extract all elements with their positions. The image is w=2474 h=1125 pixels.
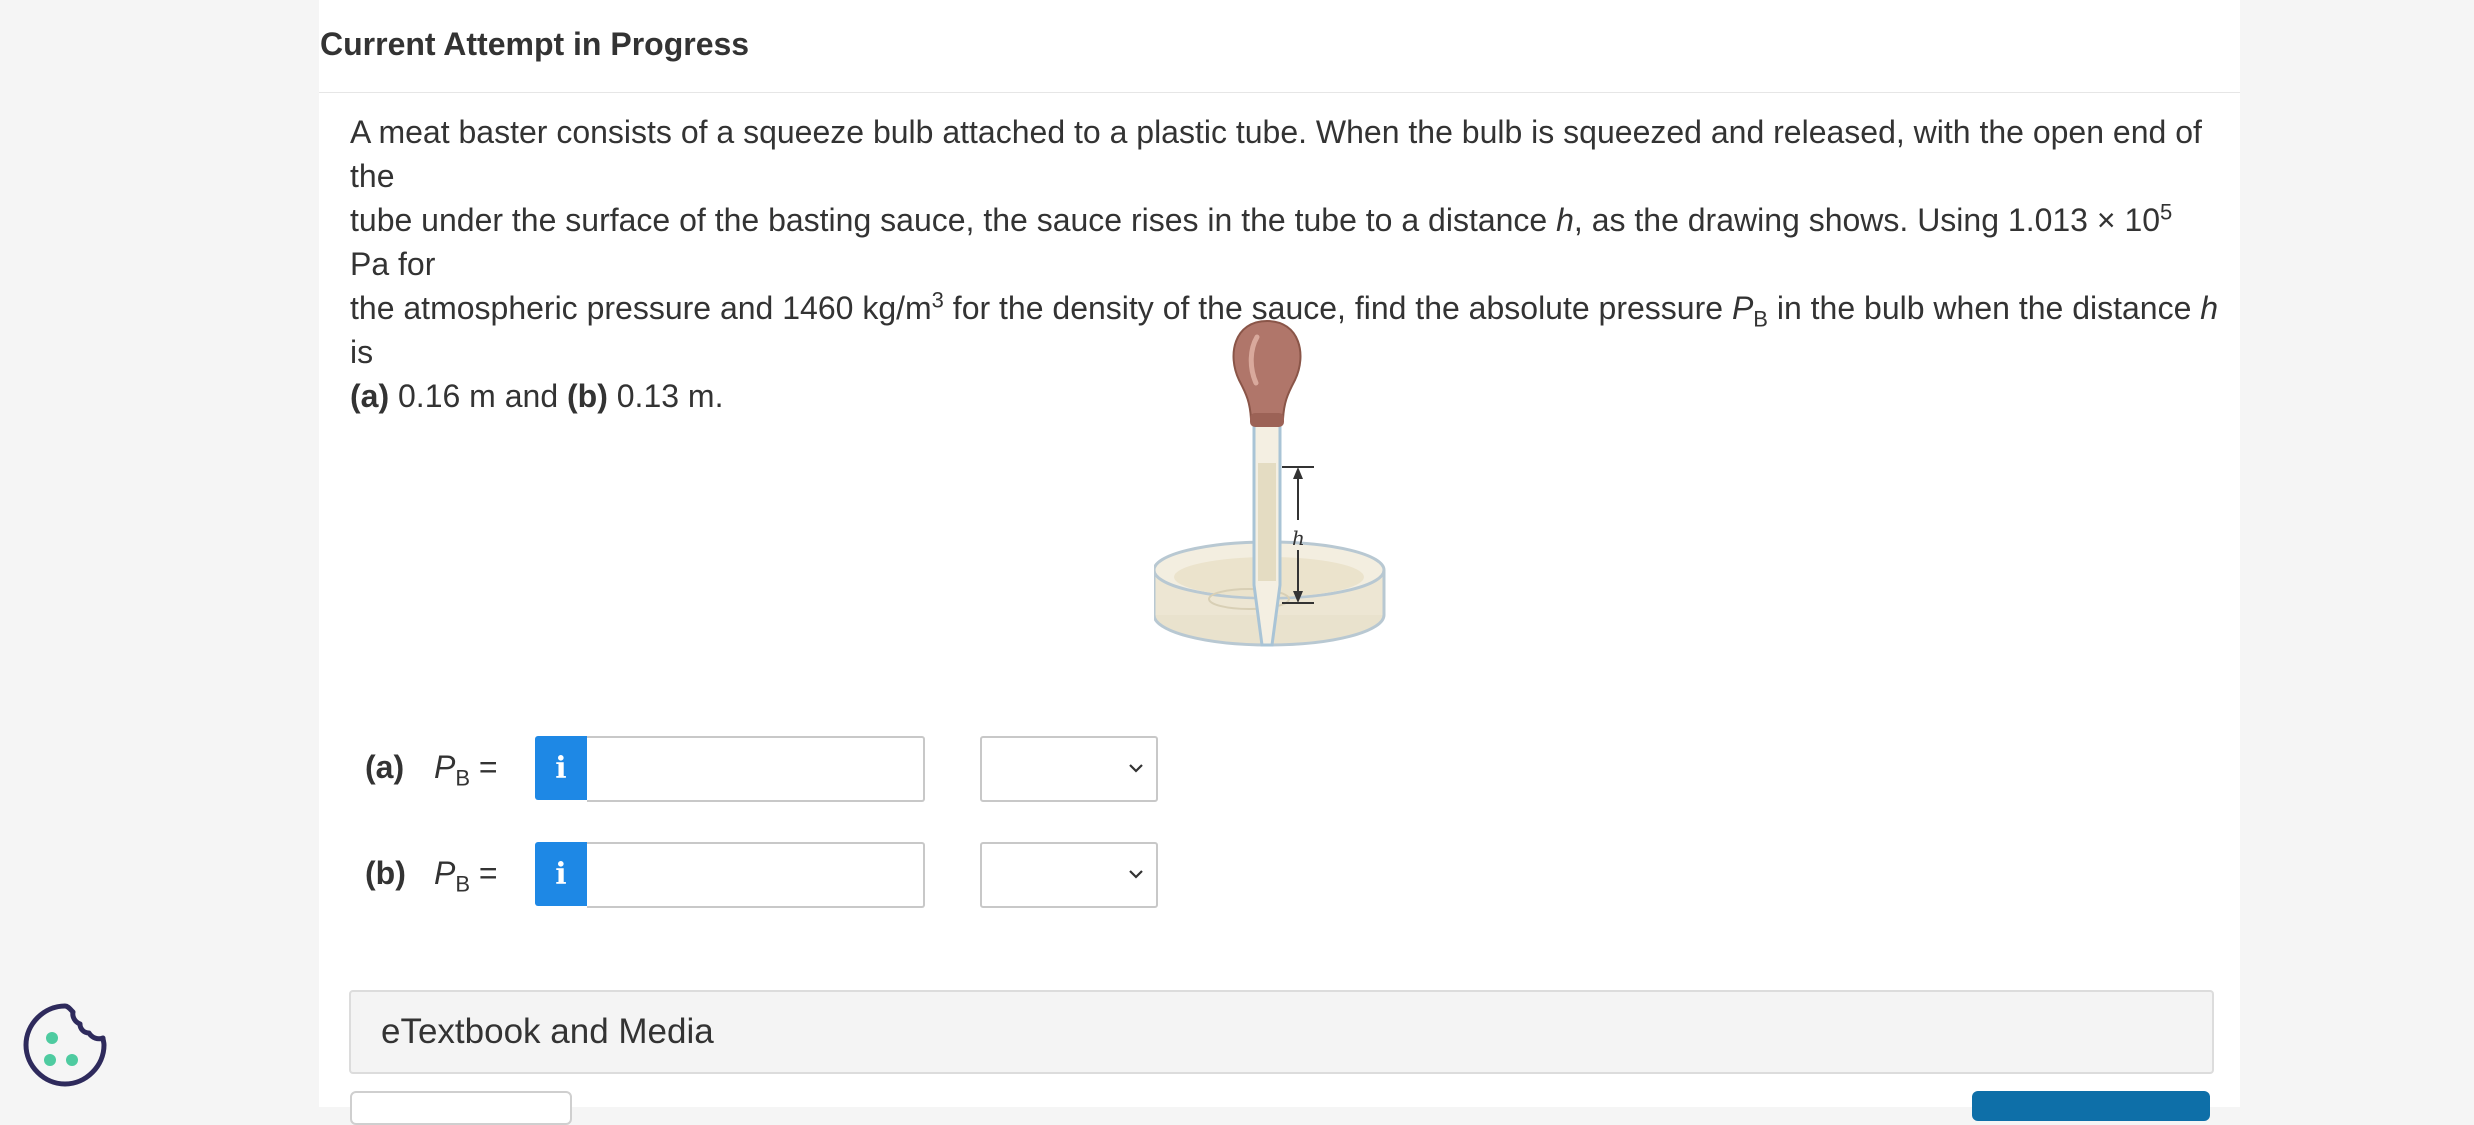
attempt-header: Current Attempt in Progress — [319, 0, 2240, 93]
chevron-down-icon — [1129, 764, 1143, 773]
arrow-up-icon — [1293, 467, 1303, 479]
cookie-settings-button[interactable] — [20, 1000, 110, 1090]
chevron-down-icon — [1129, 870, 1143, 879]
question-panel: Current Attempt in Progress A meat baste… — [319, 0, 2240, 1125]
cookie-icon — [23, 1003, 107, 1087]
part-label: (b) — [365, 855, 406, 891]
squeeze-bulb — [1232, 319, 1302, 420]
etextbook-label: eTextbook and Media — [381, 1012, 714, 1051]
baster-figure: h — [1152, 315, 1414, 685]
info-icon: i — [555, 856, 567, 892]
question-line-2: tube under the surface of the basting sa… — [350, 199, 2173, 282]
part-label: (a) — [365, 749, 405, 785]
etextbook-media-toggle[interactable]: eTextbook and Media — [349, 990, 2214, 1074]
answer-row-b: (b) PB = i — [319, 841, 2240, 908]
unit-select[interactable] — [980, 842, 1158, 908]
secondary-button[interactable] — [350, 1091, 572, 1125]
unit-select[interactable] — [980, 736, 1158, 802]
info-button[interactable]: i — [535, 842, 587, 906]
page-title: Current Attempt in Progress — [320, 26, 750, 62]
answer-row-a: (a) PB = i — [319, 735, 2240, 802]
submit-button[interactable] — [1972, 1091, 2210, 1121]
h-label: h — [1292, 526, 1305, 550]
answer-input[interactable] — [587, 842, 925, 908]
baster-illustration: h — [1152, 319, 1386, 647]
info-button[interactable]: i — [535, 736, 587, 800]
answer-input[interactable] — [587, 736, 925, 802]
variable-label: PB = — [434, 749, 498, 791]
info-icon: i — [555, 750, 567, 786]
variable-label: PB = — [434, 855, 498, 897]
question-line-1: A meat baster consists of a squeeze bulb… — [350, 114, 2202, 194]
sauce-column — [1258, 463, 1276, 581]
